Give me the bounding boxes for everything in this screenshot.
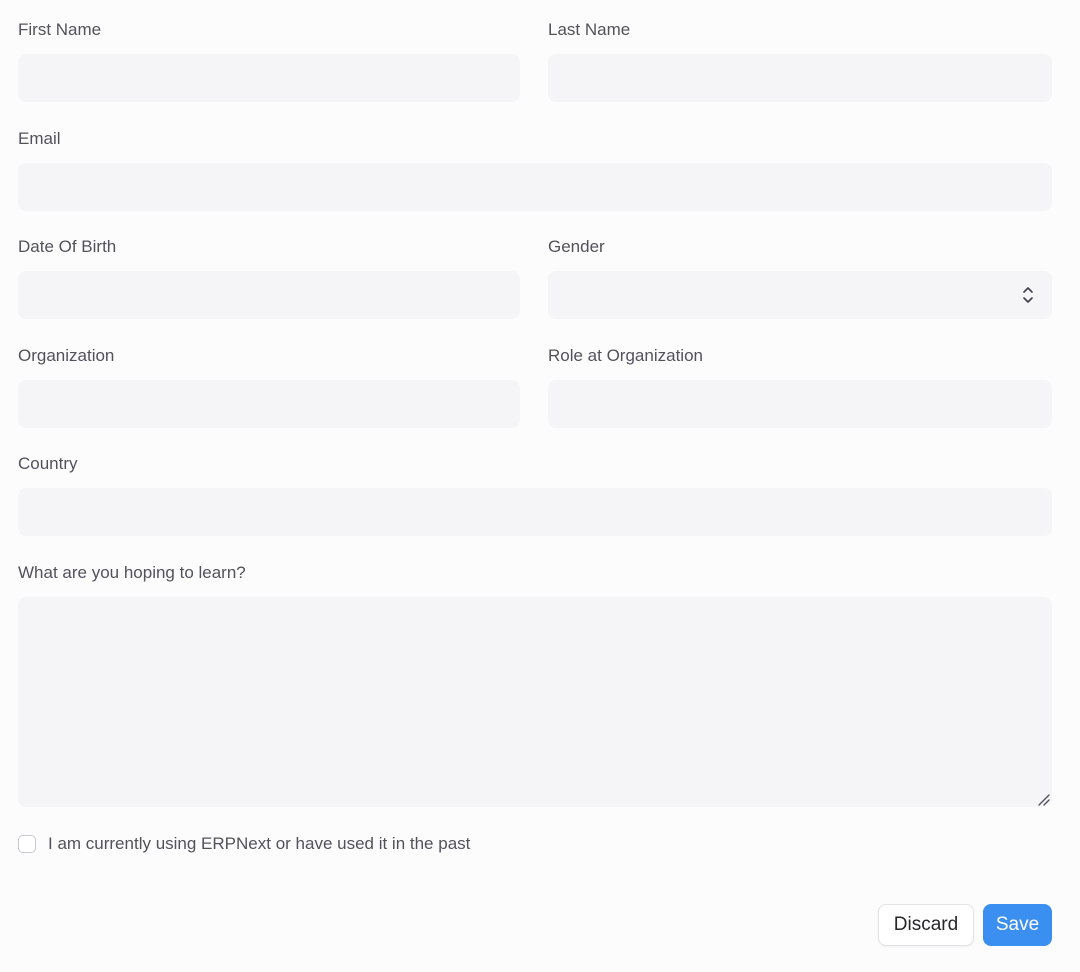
gender-label: Gender	[548, 237, 605, 256]
learning-goals-textarea[interactable]	[18, 597, 1052, 807]
erpnext-usage-row[interactable]: I am currently using ERPNext or have use…	[18, 833, 470, 855]
email-field: Email	[18, 129, 1052, 211]
country-label: Country	[18, 454, 78, 473]
date-of-birth-field: Date Of Birth	[18, 237, 520, 319]
role-at-organization-field: Role at Organization	[548, 346, 1052, 428]
first-name-input[interactable]	[18, 54, 520, 102]
discard-button[interactable]: Discard	[878, 904, 974, 946]
organization-field: Organization	[18, 346, 520, 428]
learning-goals-label: What are you hoping to learn?	[18, 563, 246, 582]
email-label: Email	[18, 129, 61, 148]
email-input[interactable]	[18, 163, 1052, 211]
resize-handle-icon[interactable]	[1036, 792, 1050, 806]
first-name-field: First Name	[18, 20, 520, 102]
save-button[interactable]: Save	[983, 904, 1052, 946]
select-arrows-icon	[1023, 287, 1033, 303]
gender-select[interactable]	[548, 271, 1052, 319]
country-field: Country	[18, 454, 1052, 536]
role-at-organization-input[interactable]	[548, 380, 1052, 428]
last-name-input[interactable]	[548, 54, 1052, 102]
date-of-birth-label: Date Of Birth	[18, 237, 117, 256]
country-input[interactable]	[18, 488, 1052, 536]
date-of-birth-input[interactable]	[18, 271, 520, 319]
organization-input[interactable]	[18, 380, 520, 428]
role-at-organization-label: Role at Organization	[548, 346, 703, 365]
erpnext-usage-label: I am currently using ERPNext or have use…	[48, 834, 471, 853]
first-name-label: First Name	[18, 20, 102, 39]
organization-label: Organization	[18, 346, 115, 365]
last-name-label: Last Name	[548, 20, 631, 39]
registration-form: First Name Last Name Email Date Of Birth…	[18, 0, 1052, 972]
learning-goals-field: What are you hoping to learn?	[18, 563, 1052, 808]
gender-field: Gender	[548, 237, 1052, 319]
erpnext-usage-checkbox[interactable]	[18, 835, 36, 853]
last-name-field: Last Name	[548, 20, 1052, 102]
